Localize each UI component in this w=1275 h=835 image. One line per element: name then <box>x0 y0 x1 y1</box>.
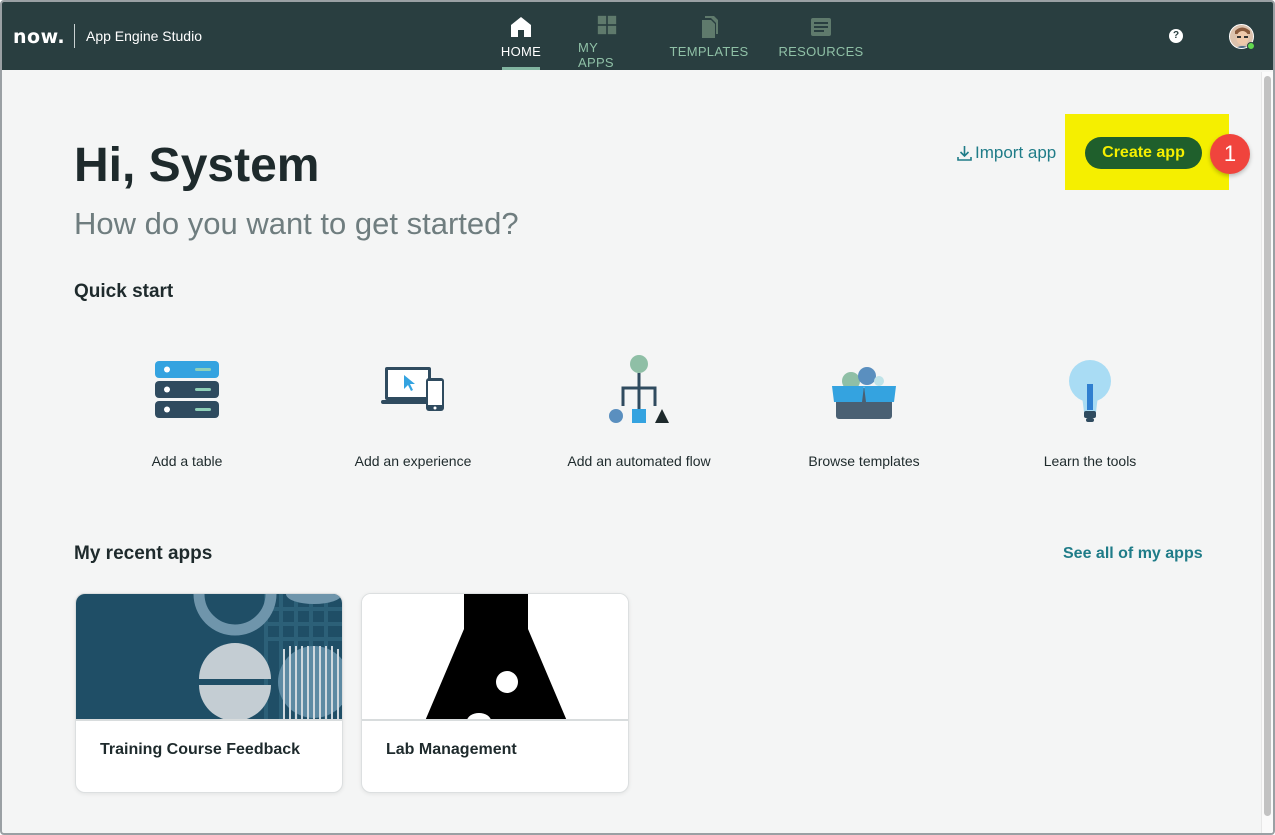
quick-start-learn-tools[interactable]: Learn the tools <box>990 354 1190 469</box>
quick-start-label: Add an experience <box>354 453 472 469</box>
nav-tab-label: TEMPLATES <box>669 44 749 59</box>
quick-start-label: Learn the tools <box>1043 453 1137 469</box>
download-icon <box>957 145 972 161</box>
quick-start-label: Add a table <box>151 453 223 469</box>
app-window: now. App Engine Studio HOME MY APPS TEMP… <box>0 0 1275 835</box>
quick-start-add-table[interactable]: Add a table <box>87 354 287 469</box>
lightbulb-icon <box>1069 360 1111 422</box>
app-name: Training Course Feedback <box>100 741 301 758</box>
top-navigation-bar: now. App Engine Studio HOME MY APPS TEMP… <box>2 2 1273 70</box>
apps-grid-icon <box>597 15 617 35</box>
quick-start-add-experience[interactable]: Add an experience <box>313 354 513 469</box>
lab-flask-image <box>362 594 628 719</box>
templates-icon <box>702 16 718 38</box>
page-subtitle: How do you want to get started? <box>74 206 519 241</box>
recent-app-card[interactable]: Training Course Feedback <box>75 593 343 793</box>
app-engine-studio-title: App Engine Studio <box>86 28 202 44</box>
create-app-button[interactable]: Create app <box>1085 137 1202 169</box>
nav-tab-label: RESOURCES <box>778 44 864 59</box>
online-status-indicator <box>1247 42 1255 50</box>
help-icon[interactable]: ? <box>1169 29 1183 43</box>
page-greeting: Hi, System <box>74 139 320 192</box>
nav-tab-templates[interactable]: TEMPLATES <box>669 2 749 70</box>
step-number-badge: 1 <box>1210 134 1250 174</box>
quick-start-heading: Quick start <box>74 281 174 302</box>
recent-app-card[interactable]: Lab Management <box>361 593 629 793</box>
servicenow-logo[interactable]: now. <box>13 26 65 48</box>
nav-tab-label: MY APPS <box>578 40 614 70</box>
active-tab-indicator <box>502 67 540 70</box>
quick-start-browse-templates[interactable]: Browse templates <box>764 354 964 469</box>
table-icon <box>155 361 219 418</box>
resources-icon <box>811 18 831 36</box>
nav-tab-label: HOME <box>500 44 542 59</box>
quick-start-label: Browse templates <box>808 453 920 469</box>
flow-icon <box>609 355 669 423</box>
import-app-link[interactable]: Import app <box>957 143 1056 163</box>
recent-apps-heading: My recent apps <box>74 543 213 564</box>
app-name: Lab Management <box>386 741 517 758</box>
home-icon <box>511 17 531 37</box>
see-all-apps-link[interactable]: See all of my apps <box>1063 545 1203 563</box>
app-thumbnail <box>76 594 342 721</box>
app-thumbnail <box>362 594 628 721</box>
app-pattern-image <box>76 594 342 719</box>
nav-tab-resources[interactable]: RESOURCES <box>778 2 863 70</box>
experience-icon <box>381 367 444 411</box>
logo-divider <box>74 24 75 48</box>
import-app-label: Import app <box>975 143 1057 162</box>
vertical-scrollbar[interactable] <box>1261 72 1273 833</box>
quick-start-label: Add an automated flow <box>567 453 711 469</box>
nav-tab-my-apps[interactable]: MY APPS <box>578 2 636 70</box>
nav-tab-home[interactable]: HOME <box>500 2 542 70</box>
scrollbar-thumb[interactable] <box>1264 76 1271 816</box>
templates-box-icon <box>832 367 896 419</box>
quick-start-add-automated-flow[interactable]: Add an automated flow <box>539 354 739 469</box>
